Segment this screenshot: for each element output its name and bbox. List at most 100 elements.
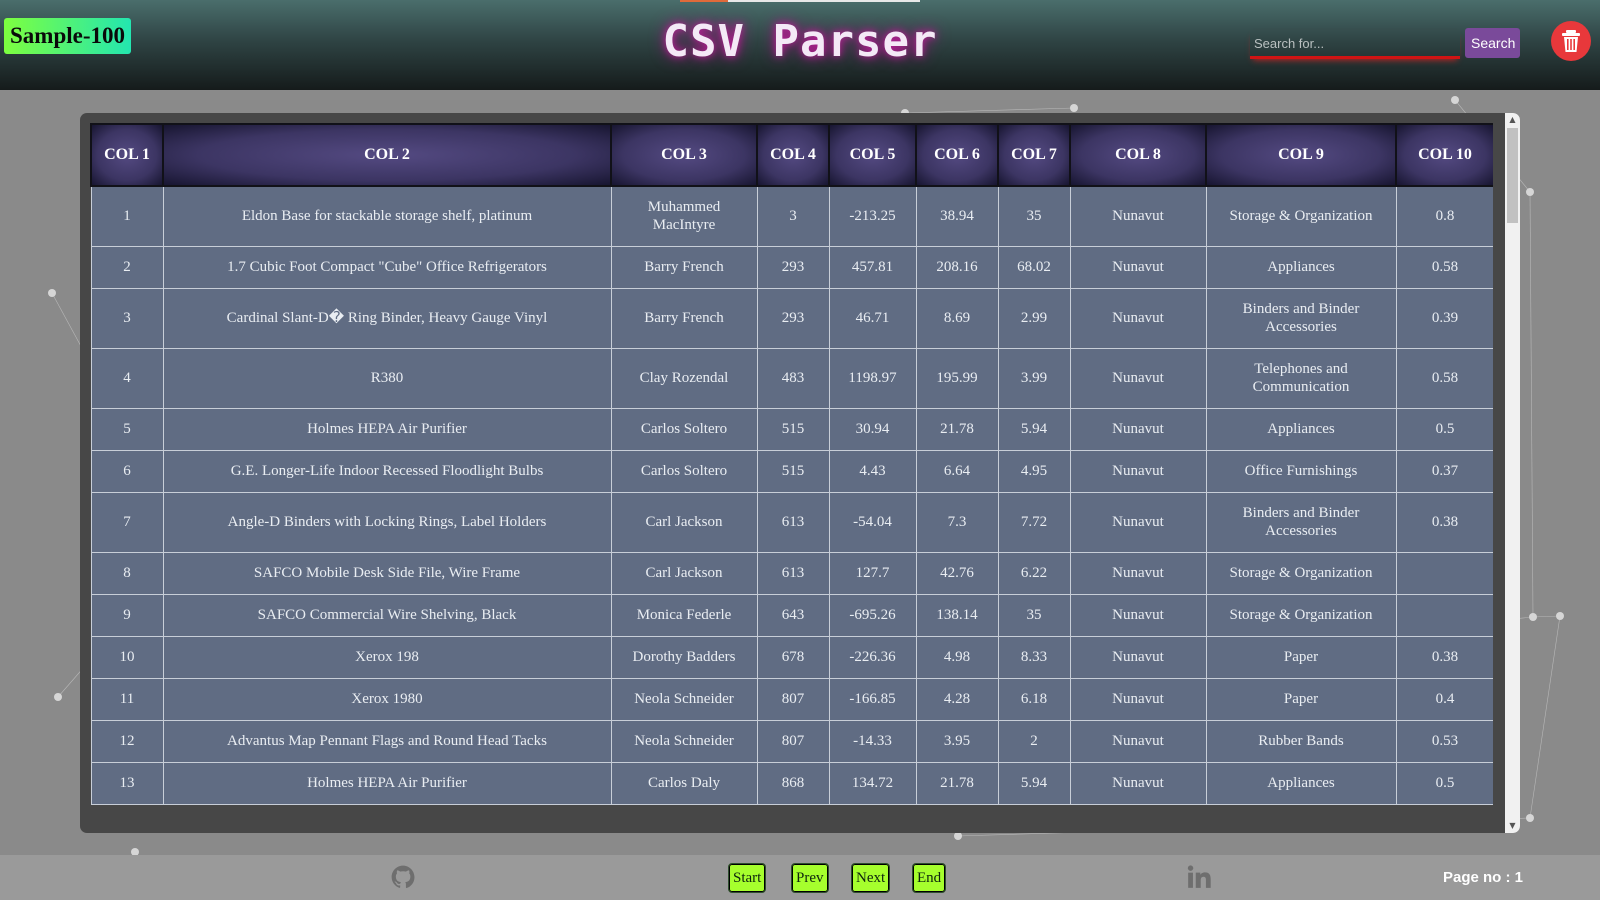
table-cell: 807 xyxy=(756,677,830,721)
network-node xyxy=(48,289,56,297)
table-cell: 21.78 xyxy=(915,407,999,451)
table-cell: 4.95 xyxy=(997,449,1071,493)
column-header[interactable]: COL 4 xyxy=(756,123,830,187)
table-cell: 2 xyxy=(997,719,1071,763)
table-cell: 8.69 xyxy=(915,287,999,349)
table-cell: 0.39 xyxy=(1395,287,1493,349)
table-cell: Storage & Organization xyxy=(1205,593,1397,637)
table-cell: 6.64 xyxy=(915,449,999,493)
table-cell: Binders and Binder Accessories xyxy=(1205,287,1397,349)
table-cell: Nunavut xyxy=(1069,449,1207,493)
table-cell: 1 xyxy=(90,185,164,247)
table-cell: 0.58 xyxy=(1395,347,1493,409)
column-header[interactable]: COL 5 xyxy=(828,123,917,187)
start-button[interactable]: Start xyxy=(728,863,767,893)
header-progress-line xyxy=(680,0,920,2)
column-header[interactable]: COL 6 xyxy=(915,123,999,187)
search-input[interactable] xyxy=(1250,30,1460,59)
table-cell: 0.4 xyxy=(1395,677,1493,721)
table-cell: 10 xyxy=(90,635,164,679)
table-cell: Xerox 198 xyxy=(162,635,612,679)
table-cell: 21.78 xyxy=(915,761,999,805)
scroll-down-arrow-icon[interactable]: ▼ xyxy=(1505,819,1520,833)
table-viewport[interactable]: COL 1 COL 2 COL 3 COL 4 COL 5 COL 6 COL … xyxy=(90,123,1493,833)
table-cell: 208.16 xyxy=(915,245,999,289)
network-node xyxy=(1556,612,1564,620)
table-cell: Nunavut xyxy=(1069,347,1207,409)
end-button[interactable]: End xyxy=(912,863,947,893)
column-header[interactable]: COL 1 xyxy=(90,123,164,187)
scroll-up-arrow-icon[interactable]: ▲ xyxy=(1505,113,1520,127)
table-cell: Nunavut xyxy=(1069,185,1207,247)
table-cell: 9 xyxy=(90,593,164,637)
table-cell: Nunavut xyxy=(1069,593,1207,637)
github-icon[interactable] xyxy=(390,864,416,890)
table-cell: 0.53 xyxy=(1395,719,1493,763)
table-cell: Monica Federle xyxy=(610,593,758,637)
table-row: 11 Xerox 1980 Neola Schneider 807 -166.85 4.2… xyxy=(90,677,1493,721)
table-cell: Nunavut xyxy=(1069,245,1207,289)
table-cell: Carl Jackson xyxy=(610,491,758,553)
table-cell: Office Furnishings xyxy=(1205,449,1397,493)
table-cell: 195.99 xyxy=(915,347,999,409)
table-cell: 868 xyxy=(756,761,830,805)
table-row: 9 SAFCO Commercial Wire Shelving, Black Mo… xyxy=(90,593,1493,637)
table-cell: 35 xyxy=(997,185,1071,247)
column-header[interactable]: COL 8 xyxy=(1069,123,1207,187)
table-cell: 1198.97 xyxy=(828,347,917,409)
network-node xyxy=(954,832,962,840)
delete-button[interactable] xyxy=(1551,21,1591,61)
table-cell: Barry French xyxy=(610,287,758,349)
search-button[interactable]: Search xyxy=(1465,28,1520,58)
page-number-label: Page no : 1 xyxy=(1443,869,1524,886)
table-cell: 0.58 xyxy=(1395,245,1493,289)
table-cell: 5.94 xyxy=(997,407,1071,451)
table-cell: Appliances xyxy=(1205,761,1397,805)
table-cell: Advantus Map Pennant Flags and Round Hea… xyxy=(162,719,612,763)
column-header[interactable]: COL 10 xyxy=(1395,123,1493,187)
table-cell: Eldon Base for stackable storage shelf, … xyxy=(162,185,612,247)
table-cell: 0.5 xyxy=(1395,407,1493,451)
table-row: 4 R380 Clay Rozendal 483 1198.97 195.99 3.99 Nu… xyxy=(90,347,1493,409)
network-node xyxy=(1526,188,1534,196)
scrollbar-thumb[interactable] xyxy=(1507,128,1518,223)
table-row: 1 Eldon Base for stackable storage shelf,… xyxy=(90,185,1493,247)
table-cell: G.E. Longer-Life Indoor Recessed Floodli… xyxy=(162,449,612,493)
table-cell: -14.33 xyxy=(828,719,917,763)
next-button[interactable]: Next xyxy=(851,863,891,893)
vertical-scrollbar[interactable]: ▲ ▼ xyxy=(1505,113,1520,833)
table-row: 5 Holmes HEPA Air Purifier Carlos Soltero 5… xyxy=(90,407,1493,451)
table-cell: 5 xyxy=(90,407,164,451)
table-cell: Barry French xyxy=(610,245,758,289)
table-cell: Xerox 1980 xyxy=(162,677,612,721)
linkedin-icon[interactable] xyxy=(1186,864,1212,890)
table-cell: 678 xyxy=(756,635,830,679)
network-link xyxy=(1529,191,1534,618)
table-cell: 807 xyxy=(756,719,830,763)
table-cell: Storage & Organization xyxy=(1205,185,1397,247)
table-cell: Neola Schneider xyxy=(610,677,758,721)
table-cell: 12 xyxy=(90,719,164,763)
table-cell: Dorothy Badders xyxy=(610,635,758,679)
table-cell: R380 xyxy=(162,347,612,409)
table-cell: 46.71 xyxy=(828,287,917,349)
table-header-row: COL 1 COL 2 COL 3 COL 4 COL 5 COL 6 COL … xyxy=(90,123,1493,187)
table-cell: SAFCO Commercial Wire Shelving, Black xyxy=(162,593,612,637)
table-cell: -166.85 xyxy=(828,677,917,721)
table-cell: Storage & Organization xyxy=(1205,551,1397,595)
table-row: 10 Xerox 198 Dorothy Badders 678 -226.36 4.98… xyxy=(90,635,1493,679)
table-cell: 0.37 xyxy=(1395,449,1493,493)
column-header[interactable]: COL 7 xyxy=(997,123,1071,187)
column-header[interactable]: COL 2 xyxy=(162,123,612,187)
trash-icon xyxy=(1562,30,1580,52)
table-cell: 35 xyxy=(997,593,1071,637)
column-header[interactable]: COL 9 xyxy=(1205,123,1397,187)
prev-button[interactable]: Prev xyxy=(791,863,829,893)
column-header[interactable]: COL 3 xyxy=(610,123,758,187)
table-cell: Telephones and Communication xyxy=(1205,347,1397,409)
table-cell: 11 xyxy=(90,677,164,721)
table-cell: 30.94 xyxy=(828,407,917,451)
table-row: 6 G.E. Longer-Life Indoor Recessed Floodl… xyxy=(90,449,1493,493)
network-node xyxy=(1451,96,1459,104)
table-cell: 3 xyxy=(756,185,830,247)
